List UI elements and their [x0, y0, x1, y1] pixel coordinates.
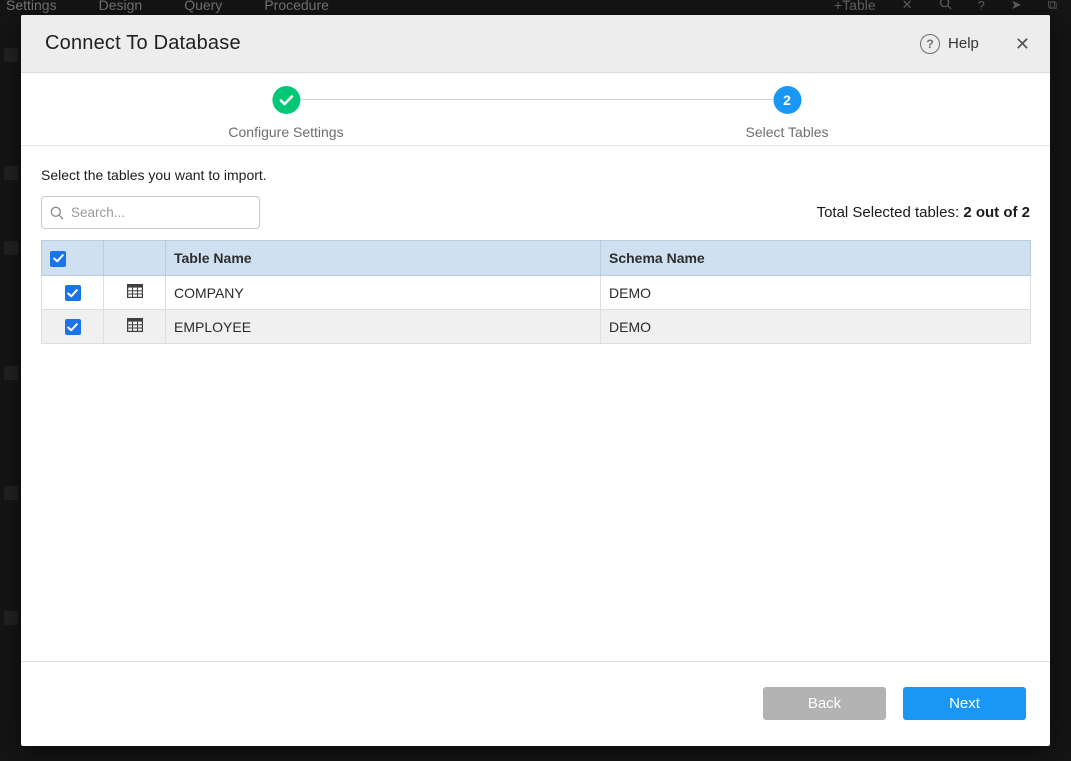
bg-tab-settings[interactable]: Settings [6, 0, 57, 13]
bg-sidebar-item [4, 166, 18, 180]
selection-summary-label: Total Selected tables: [817, 204, 960, 221]
selection-summary: Total Selected tables: 2 out of 2 [817, 204, 1030, 221]
bg-search-icon[interactable] [939, 0, 952, 13]
column-header-table-name: Table Name [166, 241, 601, 276]
bg-close-icon[interactable]: ✕ [902, 0, 913, 13]
bg-sidebar-item [4, 486, 18, 500]
bg-sidebar-item [4, 611, 18, 625]
dialog-title: Connect To Database [45, 32, 241, 55]
bg-tab-procedure[interactable]: Procedure [264, 0, 329, 13]
table-header-row: Table Name Schema Name [42, 241, 1031, 276]
help-link[interactable]: Help [948, 35, 979, 52]
background-sidebar [0, 26, 21, 761]
step-number-badge: 2 [773, 86, 801, 114]
help-icon[interactable]: ? [920, 34, 940, 54]
connect-to-database-dialog: Connect To Database ? Help ✕ Configure S… [21, 15, 1050, 746]
row-checkbox[interactable] [65, 285, 81, 301]
wizard-stepper: Configure Settings 2 Select Tables [21, 73, 1050, 146]
bg-sidebar-item [4, 366, 18, 380]
row-checkbox[interactable] [65, 319, 81, 335]
step-label: Configure Settings [228, 124, 343, 140]
back-button[interactable]: Back [763, 687, 886, 720]
step-complete-check-icon [272, 86, 300, 114]
dialog-footer: Back Next [21, 661, 1050, 746]
selection-summary-value: 2 out of 2 [963, 204, 1030, 221]
icon-column-header [104, 241, 166, 276]
table-grid-icon [127, 284, 143, 298]
stepper-connector-line [300, 99, 773, 100]
bg-sidebar-item [4, 241, 18, 255]
background-tabs: Settings Design Query Procedure [0, 0, 329, 13]
step-select-tables: 2 Select Tables [745, 86, 828, 140]
dialog-body: Select the tables you want to import. To… [21, 146, 1050, 661]
dialog-header: Connect To Database ? Help ✕ [21, 15, 1050, 73]
tables-list: Table Name Schema Name COMPANY DEMO [41, 240, 1031, 344]
bg-sidebar-item [4, 48, 18, 62]
table-name-cell: COMPANY [166, 276, 601, 310]
bg-tab-query[interactable]: Query [184, 0, 222, 13]
search-input[interactable] [71, 205, 251, 220]
close-icon[interactable]: ✕ [1015, 35, 1030, 53]
bg-add-table-button[interactable]: +Table [834, 0, 876, 13]
bg-send-icon[interactable]: ➤ [1011, 0, 1022, 13]
table-grid-icon [127, 318, 143, 332]
search-box [41, 196, 260, 229]
search-icon [50, 206, 64, 220]
select-all-checkbox[interactable] [50, 251, 66, 267]
table-row: EMPLOYEE DEMO [42, 310, 1031, 344]
step-label: Select Tables [745, 124, 828, 140]
bg-help-icon[interactable]: ? [978, 0, 985, 13]
step-configure-settings: Configure Settings [228, 86, 343, 140]
schema-name-cell: DEMO [601, 276, 1031, 310]
bg-console-icon[interactable]: ⧉ [1048, 0, 1057, 13]
bg-tab-design[interactable]: Design [99, 0, 143, 13]
instruction-text: Select the tables you want to import. [41, 167, 1030, 183]
next-button[interactable]: Next [903, 687, 1026, 720]
column-header-schema-name: Schema Name [601, 241, 1031, 276]
schema-name-cell: DEMO [601, 310, 1031, 344]
table-name-cell: EMPLOYEE [166, 310, 601, 344]
table-row: COMPANY DEMO [42, 276, 1031, 310]
